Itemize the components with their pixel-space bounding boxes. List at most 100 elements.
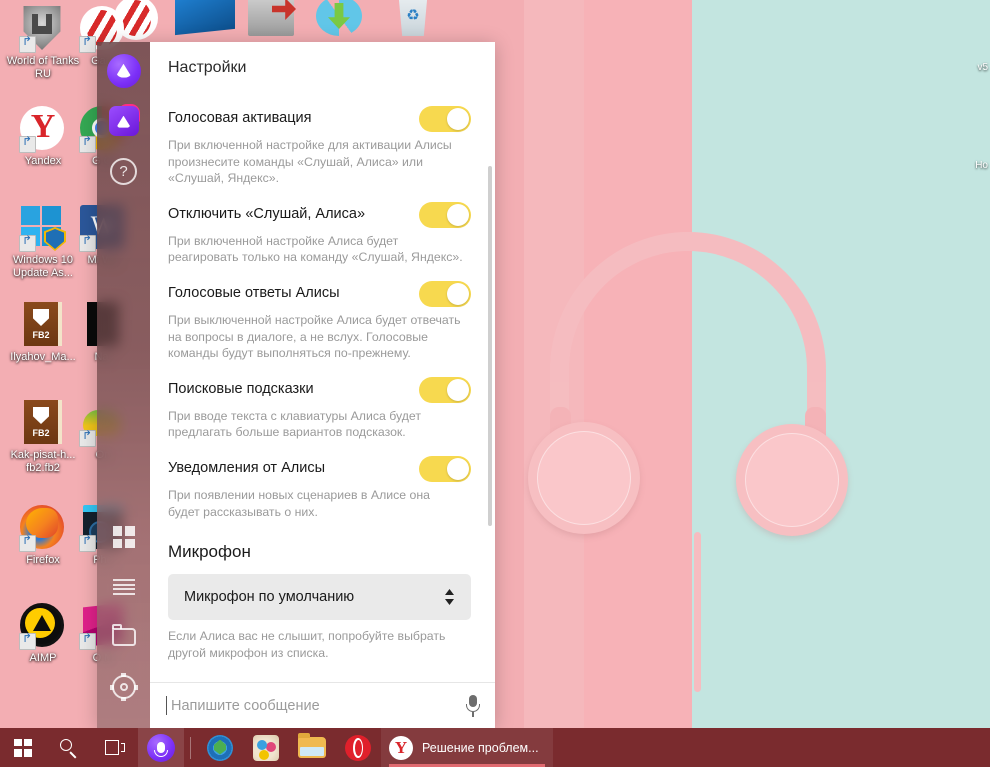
setting-header-row: Голосовые ответы Алисы bbox=[168, 280, 471, 307]
headphones-image bbox=[528, 232, 848, 692]
toggle-knob bbox=[447, 282, 469, 305]
recycle-bin-icon bbox=[398, 0, 428, 36]
microphone-description: Если Алиса вас не слышит, попробуйте выб… bbox=[168, 629, 446, 660]
fb2-book-icon bbox=[20, 400, 66, 446]
setting-description: При включенной настройке для активации А… bbox=[168, 138, 452, 186]
setting-title: Голосовая активация bbox=[168, 110, 312, 126]
alice-assistant-window: ? Настройки Голосовая активация При вклю… bbox=[97, 42, 495, 728]
page-title: Настройки bbox=[168, 59, 247, 76]
setting-description: При выключенной настройке Алиса будет от… bbox=[168, 312, 461, 361]
fb2-book-icon bbox=[20, 302, 66, 348]
toggle-voice-replies[interactable] bbox=[419, 280, 471, 307]
sidebar-item-list[interactable] bbox=[105, 568, 143, 606]
setting-description: При включенной настройке Алиса будет реа… bbox=[168, 233, 463, 265]
taskbar-alice-button[interactable] bbox=[138, 728, 184, 767]
yandex-browser-icon bbox=[19, 106, 66, 153]
setting-disable-listen-alice: Отключить «Слушай, Алиса» При включенной… bbox=[168, 201, 471, 266]
aimp-icon bbox=[19, 603, 66, 650]
microphone-select-value: Микрофон по умолчанию bbox=[184, 589, 355, 606]
setting-description: При вводе текста с клавиатуры Алиса буде… bbox=[168, 408, 421, 440]
sidebar-item-alice-app[interactable] bbox=[105, 102, 143, 140]
taskbar-window-yandex-browser[interactable]: Y Решение проблем... bbox=[381, 728, 553, 767]
yandex-disk-icon bbox=[207, 734, 233, 761]
task-view-icon bbox=[105, 739, 125, 756]
spinner-arrows-icon bbox=[444, 589, 455, 606]
folder-icon bbox=[111, 624, 136, 646]
setting-search-suggestions: Поисковые подсказки При вводе текста с к… bbox=[168, 376, 471, 441]
setting-voice-activation: Голосовая активация При включенной настр… bbox=[168, 106, 471, 187]
alice-circle-icon bbox=[106, 54, 141, 88]
alice-sidebar: ? bbox=[97, 42, 150, 728]
setting-title: Голосовые ответы Алисы bbox=[168, 284, 340, 301]
microphone-icon[interactable] bbox=[465, 694, 481, 718]
message-input-bar[interactable]: Напишите сообщение bbox=[150, 682, 495, 728]
setting-alice-notifications: Уведомления от Алисы При появлении новых… bbox=[168, 455, 471, 520]
toggle-voice-activation[interactable] bbox=[419, 106, 471, 132]
alice-square-icon bbox=[108, 106, 139, 136]
setting-header-row: Уведомления от Алисы bbox=[168, 455, 471, 482]
opera-icon bbox=[345, 734, 371, 761]
setting-description: При появлении новых сценариев в Алисе он… bbox=[168, 487, 430, 519]
settings-list: Голосовая активация При включенной настр… bbox=[150, 94, 495, 675]
sidebar-item-help[interactable]: ? bbox=[105, 152, 143, 190]
headphone-band-highlight bbox=[550, 232, 826, 442]
desktop-icon-top-archive[interactable] bbox=[248, 0, 294, 36]
gear-icon bbox=[109, 673, 138, 701]
sidebar-item-alice-logo[interactable] bbox=[105, 52, 143, 90]
microphone-select[interactable]: Микрофон по умолчанию bbox=[168, 574, 471, 621]
taskbar: Y Решение проблем... bbox=[0, 728, 990, 767]
setting-header-row: Отключить «Слушай, Алиса» bbox=[168, 201, 471, 228]
windows-update-assistant-icon bbox=[19, 205, 66, 252]
toggle-knob bbox=[447, 108, 469, 130]
desktop-screen: World of Tanks RU Yandex Windows 10 Upda… bbox=[0, 0, 990, 767]
settings-scroll-area[interactable]: Голосовая активация При включенной настр… bbox=[150, 94, 495, 682]
question-mark-icon: ? bbox=[110, 157, 137, 185]
world-of-tanks-icon bbox=[19, 6, 66, 53]
setting-title: Уведомления от Алисы bbox=[168, 459, 326, 476]
section-title-microphone: Микрофон bbox=[168, 542, 251, 562]
toggle-disable-listen-alice[interactable] bbox=[419, 201, 471, 228]
desktop-icon-recycle-bin[interactable] bbox=[390, 0, 436, 36]
taskbar-yandex-disk-button[interactable] bbox=[197, 728, 243, 767]
toggle-knob bbox=[447, 378, 469, 401]
message-input-placeholder: Напишите сообщение bbox=[171, 697, 320, 714]
yandex-browser-icon: Y bbox=[389, 735, 413, 760]
taskbar-paint-button[interactable] bbox=[243, 728, 289, 767]
sidebar-item-apps[interactable] bbox=[105, 518, 143, 556]
taskbar-divider bbox=[190, 736, 191, 759]
taskbar-window-label: Решение проблем... bbox=[422, 740, 539, 755]
start-button[interactable] bbox=[0, 728, 46, 767]
setting-voice-replies: Голосовые ответы Алисы При выключенной н… bbox=[168, 280, 471, 362]
toggle-search-suggestions[interactable] bbox=[419, 376, 471, 403]
alice-settings-panel: Настройки Голосовая активация При включе… bbox=[150, 42, 495, 728]
windows-logo-icon bbox=[14, 738, 32, 757]
taskbar-search-button[interactable] bbox=[46, 728, 92, 767]
paint-icon bbox=[253, 734, 279, 761]
task-view-button[interactable] bbox=[92, 728, 138, 767]
setting-header-row: Голосовая активация bbox=[168, 106, 471, 132]
text-caret bbox=[166, 696, 167, 715]
headphone-cord bbox=[694, 532, 701, 692]
file-explorer-icon bbox=[298, 733, 326, 758]
grid-icon bbox=[112, 526, 135, 548]
toggle-alice-notifications[interactable] bbox=[419, 455, 471, 482]
sidebar-item-files[interactable] bbox=[105, 618, 143, 656]
download-icon bbox=[316, 0, 362, 36]
toggle-knob bbox=[447, 457, 469, 480]
desktop-icon-label-partial-2: Hо bbox=[975, 160, 988, 171]
sidebar-item-settings[interactable] bbox=[105, 668, 143, 706]
taskbar-opera-button[interactable] bbox=[335, 728, 381, 767]
desktop-icon-label-partial-1: v5 bbox=[977, 62, 988, 73]
taskbar-file-explorer-button[interactable] bbox=[289, 728, 335, 767]
setting-title: Поисковые подсказки bbox=[168, 380, 314, 397]
firefox-icon bbox=[19, 505, 66, 552]
list-icon bbox=[112, 579, 135, 595]
settings-scrollbar[interactable] bbox=[488, 166, 492, 526]
setting-header-row: Поисковые подсказки bbox=[168, 376, 471, 403]
alice-taskbar-icon bbox=[147, 733, 175, 762]
desktop-icon-top-download[interactable] bbox=[316, 0, 362, 36]
archive-icon bbox=[248, 0, 294, 36]
setting-title: Отключить «Слушай, Алиса» bbox=[168, 205, 366, 222]
search-icon bbox=[60, 738, 78, 757]
headphone-cup-left bbox=[528, 422, 640, 534]
